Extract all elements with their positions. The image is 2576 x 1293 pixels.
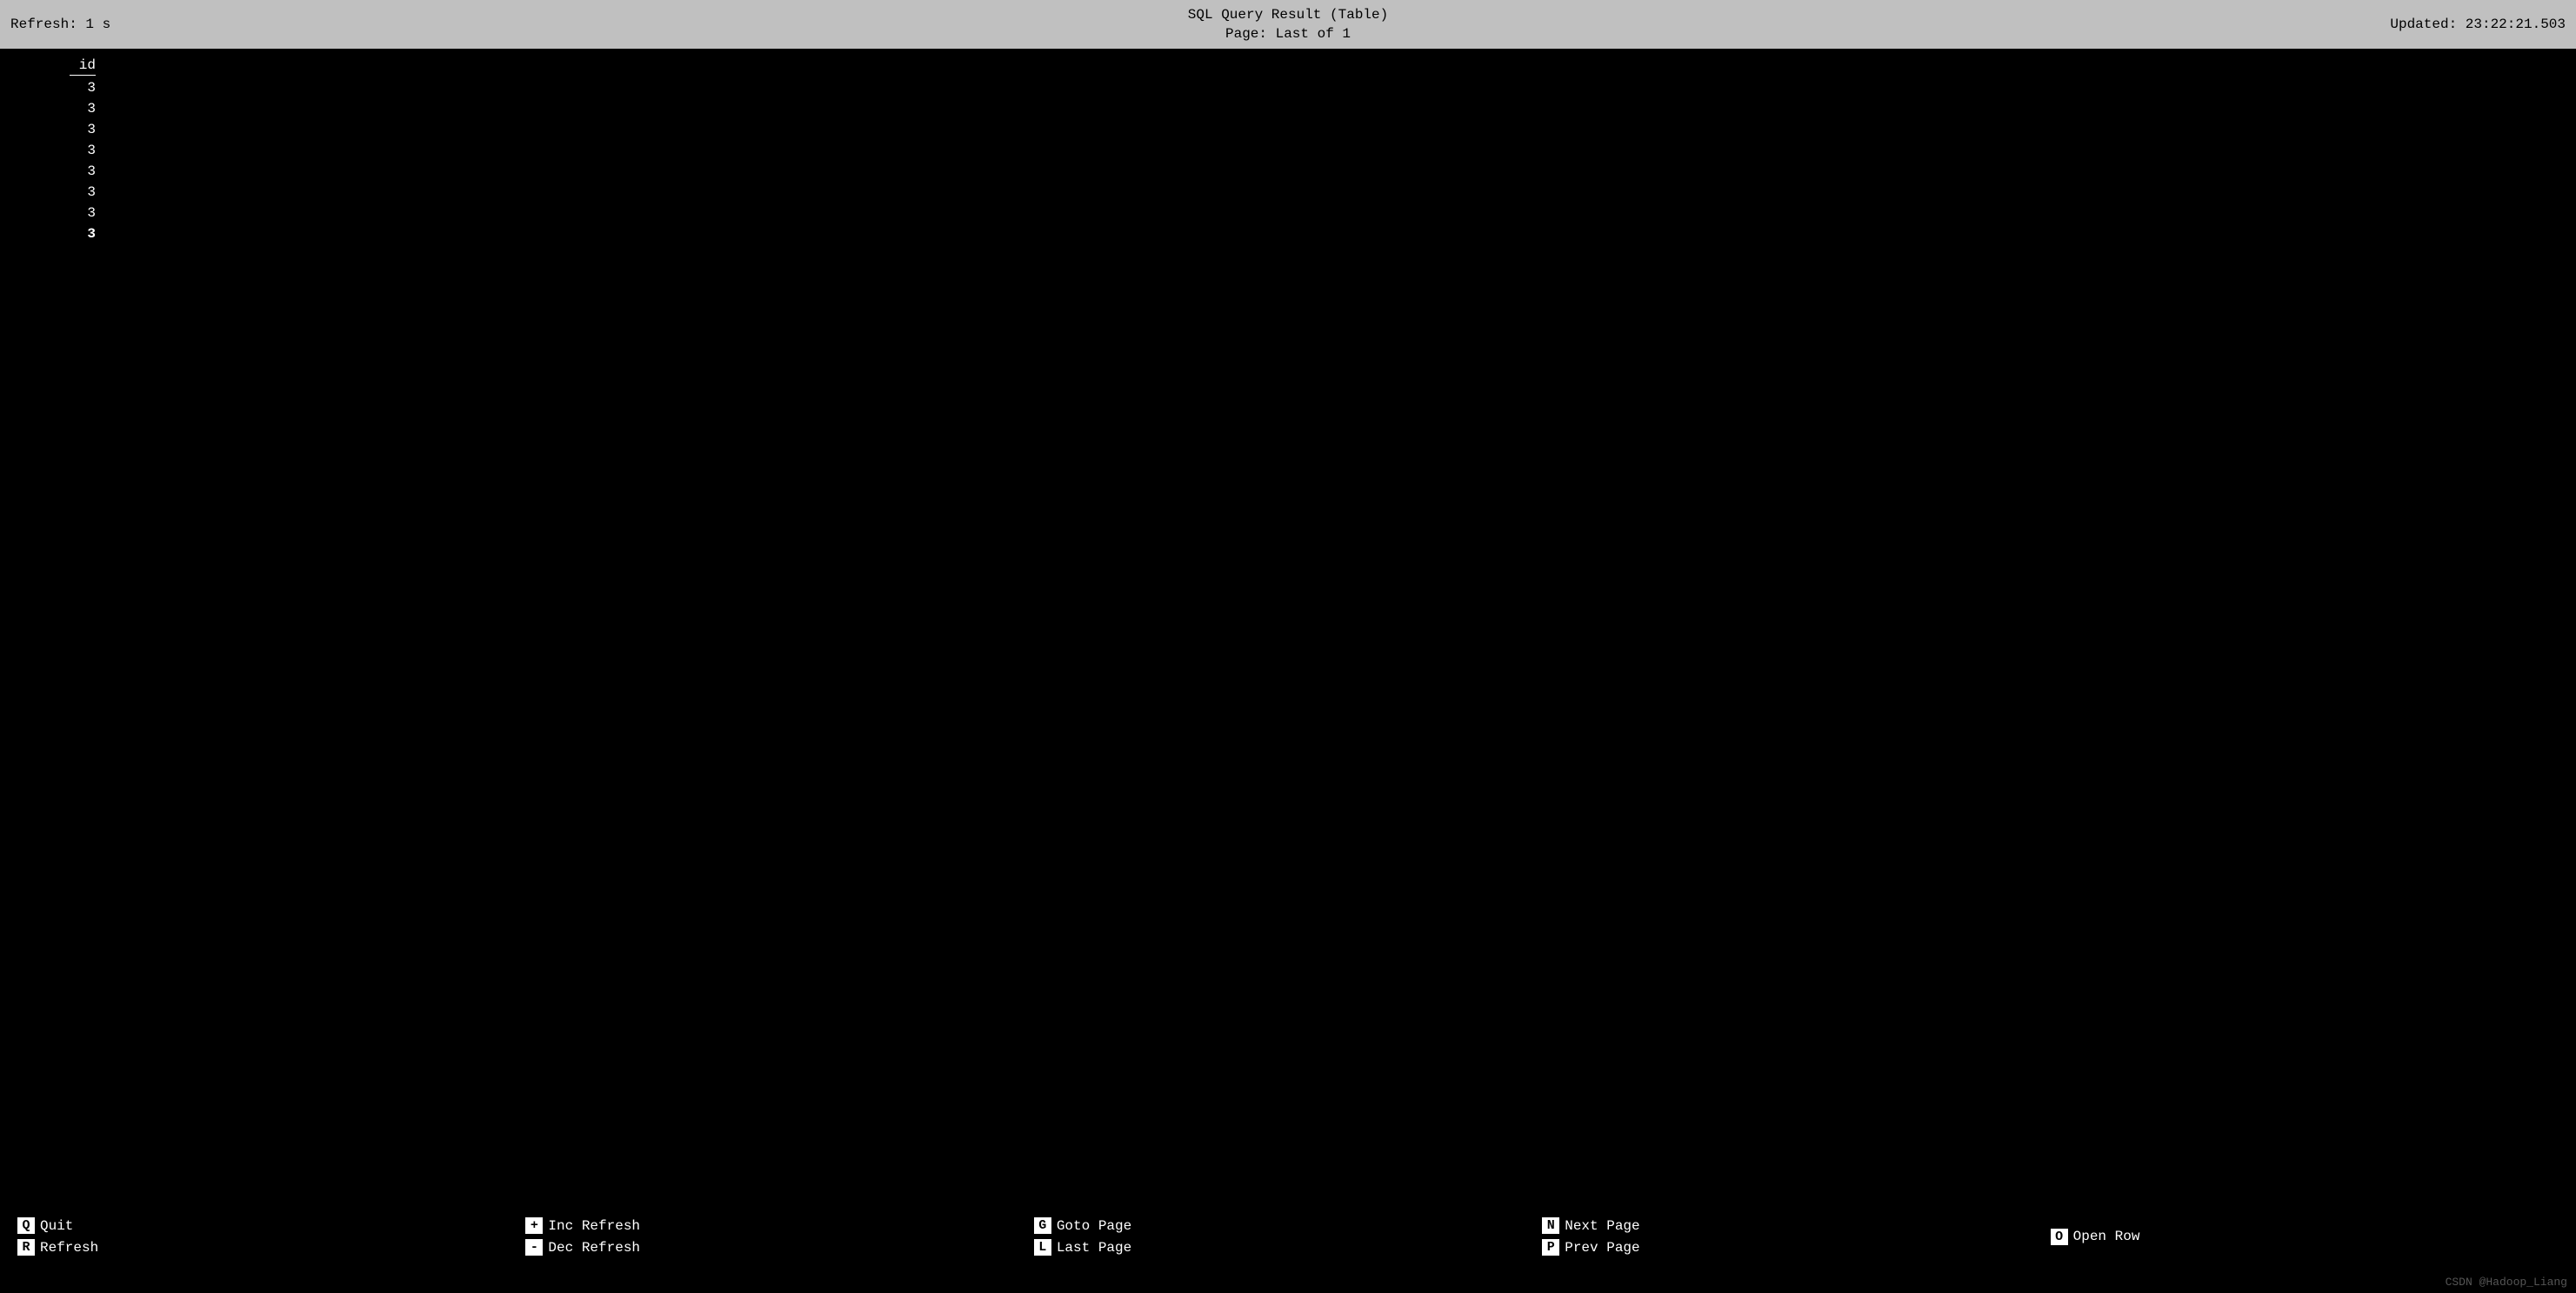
table-row: 3 xyxy=(9,161,113,182)
key-g: G xyxy=(1034,1217,1051,1234)
data-rows: 3 3 3 3 3 3 3 3 xyxy=(9,77,2576,244)
main-content: id 3 3 3 3 3 3 3 3 xyxy=(0,49,2576,1180)
key-r: R xyxy=(17,1239,35,1256)
footer-section-open-row: O Open Row xyxy=(2051,1229,2559,1245)
table-row-last: 3 xyxy=(9,223,113,244)
key-plus: + xyxy=(525,1217,543,1234)
key-p: P xyxy=(1542,1239,1559,1256)
table-row: 3 xyxy=(9,140,113,161)
table-row: 3 xyxy=(9,119,113,140)
footer-section-quit-refresh: Q Quit R Refresh xyxy=(17,1217,525,1256)
column-header-id: id xyxy=(79,57,96,73)
table-row: 3 xyxy=(9,182,113,203)
column-id: id xyxy=(9,57,113,77)
label-quit: Quit xyxy=(40,1218,73,1234)
label-next-page: Next Page xyxy=(1565,1218,1639,1234)
footer-item-quit: Q Quit xyxy=(17,1217,525,1234)
key-n: N xyxy=(1542,1217,1559,1234)
label-dec-refresh: Dec Refresh xyxy=(548,1240,640,1256)
footer-section-next-prev: N Next Page P Prev Page xyxy=(1542,1217,2050,1256)
label-goto-page: Goto Page xyxy=(1057,1218,1131,1234)
footer-item-refresh: R Refresh xyxy=(17,1239,525,1256)
key-l: L xyxy=(1034,1239,1051,1256)
label-last-page: Last Page xyxy=(1057,1240,1131,1256)
updated-label: Updated: 23:22:21.503 xyxy=(2390,17,2566,32)
table-row: 3 xyxy=(9,98,113,119)
header: Refresh: 1 s SQL Query Result (Table) Pa… xyxy=(0,0,2576,49)
footer-section-goto-last: G Goto Page L Last Page xyxy=(1034,1217,1542,1256)
key-q: Q xyxy=(17,1217,35,1234)
footer: Q Quit R Refresh + Inc Refresh - Dec Ref… xyxy=(0,1180,2576,1293)
key-o: O xyxy=(2051,1229,2068,1245)
footer-item-last-page: L Last Page xyxy=(1034,1239,1542,1256)
title-line2: Page: Last of 1 xyxy=(1188,24,1388,43)
refresh-label: Refresh: 1 s xyxy=(10,17,110,32)
footer-item-prev-page: P Prev Page xyxy=(1542,1239,2050,1256)
footer-item-goto-page: G Goto Page xyxy=(1034,1217,1542,1234)
column-divider xyxy=(70,75,96,76)
table-area: id 3 3 3 3 3 3 3 3 xyxy=(0,57,2576,244)
footer-section-inc-dec: + Inc Refresh - Dec Refresh xyxy=(525,1217,1033,1256)
label-open-row: Open Row xyxy=(2073,1229,2140,1244)
footer-item-open-row: O Open Row xyxy=(2051,1229,2559,1245)
table-row: 3 xyxy=(9,77,113,98)
table-row: 3 xyxy=(9,203,113,223)
label-prev-page: Prev Page xyxy=(1565,1240,1639,1256)
key-minus: - xyxy=(525,1239,543,1256)
header-title: SQL Query Result (Table) Page: Last of 1 xyxy=(1188,5,1388,44)
watermark: CSDN @Hadoop_Liang xyxy=(2446,1276,2567,1289)
footer-item-dec-refresh: - Dec Refresh xyxy=(525,1239,1033,1256)
label-refresh: Refresh xyxy=(40,1240,98,1256)
footer-item-next-page: N Next Page xyxy=(1542,1217,2050,1234)
footer-item-inc-refresh: + Inc Refresh xyxy=(525,1217,1033,1234)
label-inc-refresh: Inc Refresh xyxy=(548,1218,640,1234)
title-line1: SQL Query Result (Table) xyxy=(1188,5,1388,24)
